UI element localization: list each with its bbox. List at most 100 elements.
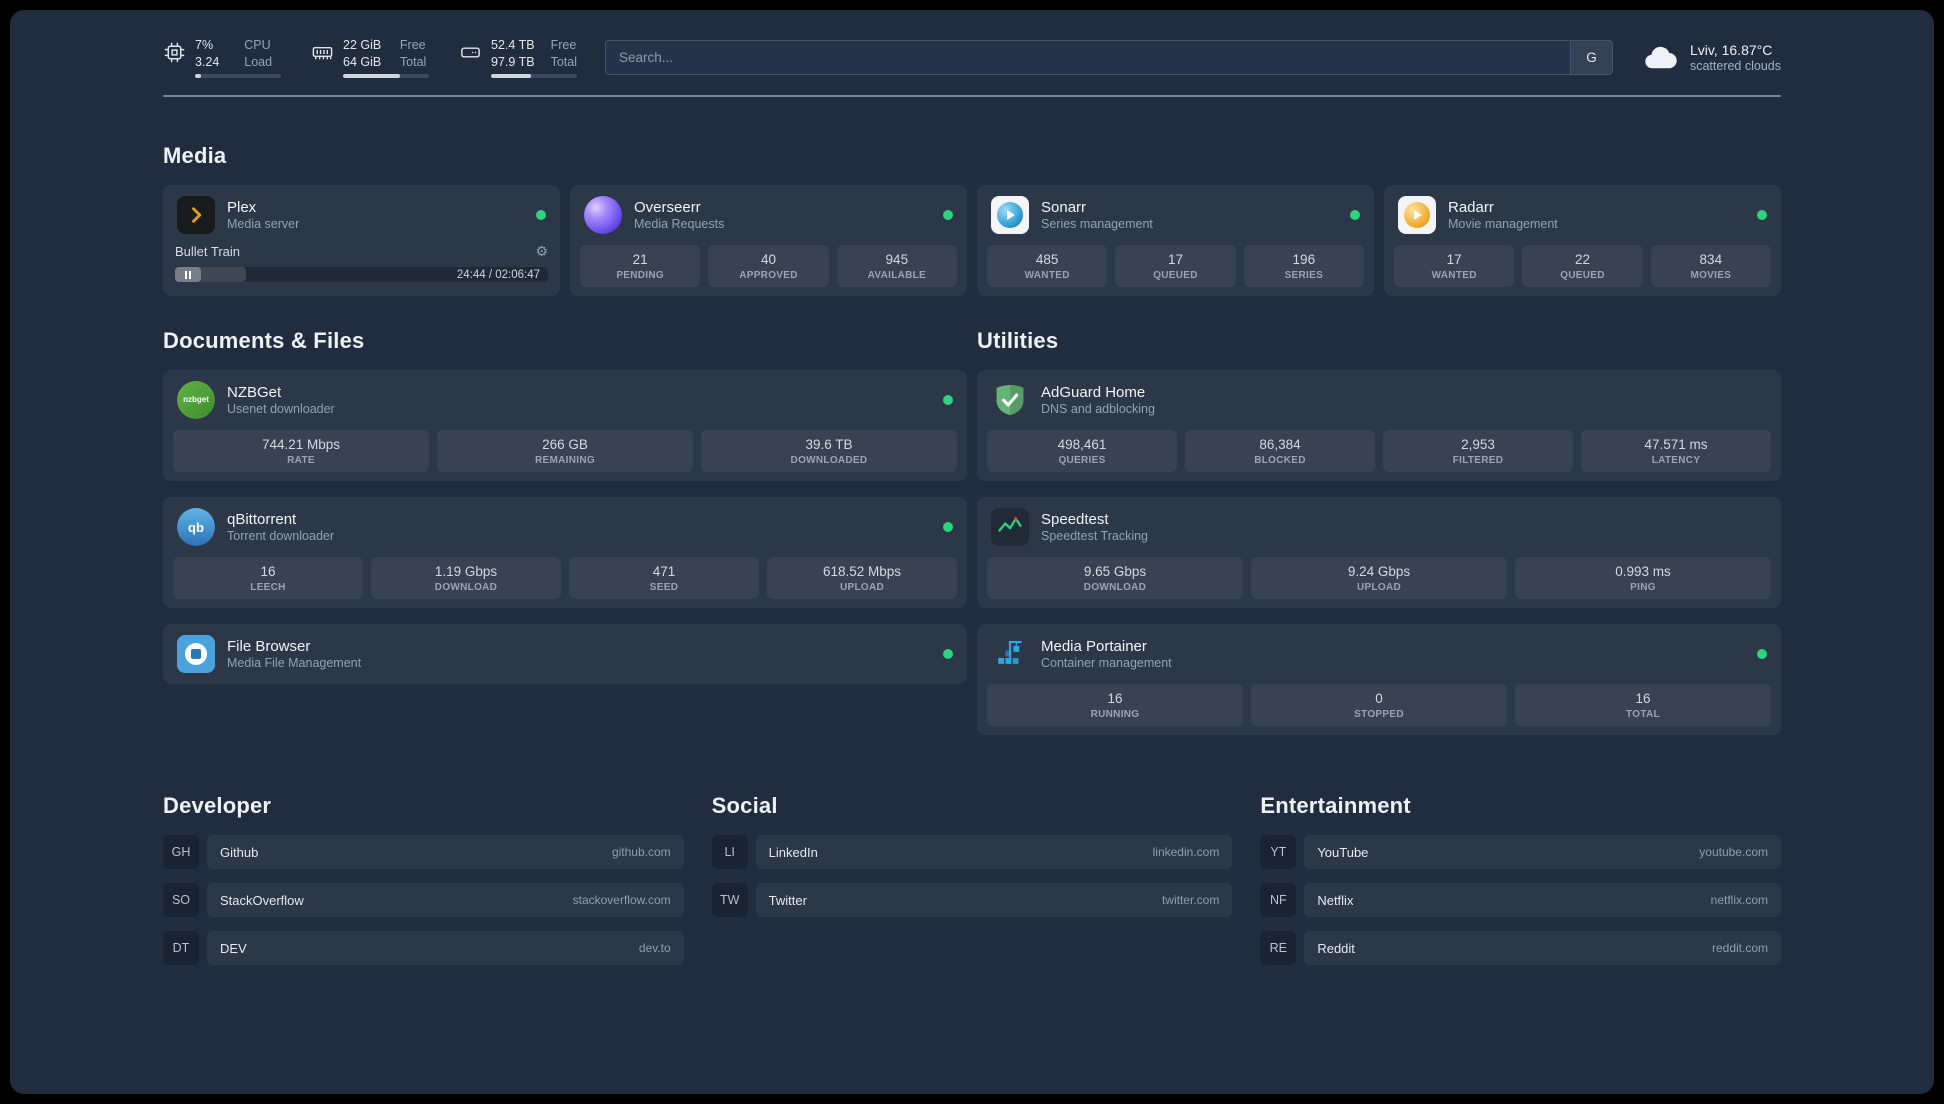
stat-queued: 17 QUEUED bbox=[1115, 245, 1236, 287]
plex-now-playing: Bullet Train ⚙ 24:44 / 02:06:47 bbox=[173, 243, 550, 282]
stat-approved: 40 APPROVED bbox=[708, 245, 829, 287]
stat-total: 16 TOTAL bbox=[1515, 684, 1771, 726]
memory-label-1: Free bbox=[399, 38, 426, 52]
stat-label: BLOCKED bbox=[1254, 455, 1306, 466]
service-link-adguard[interactable]: AdGuard Home DNS and adblocking bbox=[987, 379, 1771, 421]
weather-condition: scattered clouds bbox=[1689, 59, 1781, 73]
service-link-speedtest[interactable]: Speedtest Speedtest Tracking bbox=[987, 506, 1771, 548]
stat-stopped: 0 STOPPED bbox=[1251, 684, 1507, 726]
stat-filtered: 2,953 FILTERED bbox=[1383, 430, 1573, 472]
bookmark-linkedin[interactable]: LI LinkedIn linkedin.com bbox=[711, 835, 1233, 869]
stat-label: STOPPED bbox=[1354, 709, 1404, 720]
filebrowser-icon bbox=[177, 635, 215, 673]
bookmark-abbr: RE bbox=[1260, 931, 1297, 965]
bookmarks-entertainment: Entertainment YT YouTube youtube.com NF … bbox=[1260, 793, 1781, 979]
stat-label: QUERIES bbox=[1058, 455, 1106, 466]
stat-rate: 744.21 Mbps RATE bbox=[173, 430, 429, 472]
stat-label: DOWNLOAD bbox=[1083, 582, 1147, 593]
bookmark-abbr: NF bbox=[1260, 883, 1297, 917]
bookmark-domain: stackoverflow.com bbox=[572, 893, 671, 907]
stat-series: 196 SERIES bbox=[1243, 245, 1364, 287]
bookmark-domain: netflix.com bbox=[1710, 893, 1768, 907]
stat-label: QUEUED bbox=[1153, 270, 1198, 281]
bookmark-reddit[interactable]: RE Reddit reddit.com bbox=[1260, 931, 1781, 965]
disk-free-value: 52.4 TB bbox=[491, 38, 535, 52]
stat-value: 22 bbox=[1574, 252, 1590, 267]
bookmark-twitter[interactable]: TW Twitter twitter.com bbox=[711, 883, 1233, 917]
sonarr-icon bbox=[991, 196, 1029, 234]
stat-value: 2,953 bbox=[1461, 437, 1495, 452]
stat-label: QUEUED bbox=[1560, 270, 1605, 281]
playback-time: 24:44 / 02:06:47 bbox=[456, 268, 540, 281]
bookmarks-social: Social LI LinkedIn linkedin.com TW Twitt… bbox=[711, 793, 1233, 979]
gear-icon[interactable]: ⚙ bbox=[535, 243, 548, 260]
disk-total-value: 97.9 TB bbox=[491, 54, 535, 69]
stat-label: DOWNLOADED bbox=[790, 455, 868, 466]
service-name: Speedtest bbox=[1041, 511, 1109, 528]
bookmark-netflix[interactable]: NF Netflix netflix.com bbox=[1260, 883, 1781, 917]
service-link-sonarr[interactable]: Sonarr Series management bbox=[987, 194, 1364, 236]
memory-icon bbox=[311, 41, 334, 64]
stat-queries: 498,461 QUERIES bbox=[987, 430, 1177, 472]
stat-queued: 22 QUEUED bbox=[1522, 245, 1643, 287]
disk-label-1: Free bbox=[550, 38, 577, 52]
memory-free-value: 22 GiB bbox=[343, 38, 382, 52]
stat-label: UPLOAD bbox=[1356, 582, 1402, 593]
dashboard: 7% CPU 3.24 Load 22 GiB Free 64 GiB Tota… bbox=[10, 10, 1934, 1094]
cpu-icon bbox=[163, 41, 186, 64]
bookmark-domain: dev.to bbox=[638, 941, 671, 955]
stat-value: 39.6 TB bbox=[805, 437, 853, 452]
stat-value: 0.993 ms bbox=[1615, 564, 1671, 579]
service-link-plex[interactable]: Plex Media server bbox=[173, 194, 550, 236]
stat-latency: 47.571 ms LATENCY bbox=[1581, 430, 1771, 472]
cpu-label-2: Load bbox=[244, 54, 273, 69]
topbar: 7% CPU 3.24 Load 22 GiB Free 64 GiB Tota… bbox=[163, 37, 1781, 78]
stat-value: 618.52 Mbps bbox=[822, 564, 902, 579]
service-link-portainer[interactable]: Media Portainer Container management bbox=[987, 633, 1771, 675]
service-link-overseerr[interactable]: Overseerr Media Requests bbox=[580, 194, 957, 236]
status-dot bbox=[1350, 210, 1360, 220]
service-name: AdGuard Home bbox=[1041, 384, 1146, 401]
service-name: File Browser bbox=[227, 638, 311, 655]
stat-blocked: 86,384 BLOCKED bbox=[1185, 430, 1375, 472]
bookmark-abbr: DT bbox=[163, 931, 199, 965]
service-link-qbittorrent[interactable]: qb qBittorrent Torrent downloader bbox=[173, 506, 957, 548]
cpu-label-1: CPU bbox=[244, 38, 271, 52]
bookmarks-developer: Developer GH Github github.com SO StackO… bbox=[163, 793, 684, 979]
memory-label-2: Total bbox=[399, 54, 427, 69]
bookmark-youtube[interactable]: YT YouTube youtube.com bbox=[1260, 835, 1781, 869]
search-input[interactable] bbox=[606, 41, 1570, 74]
stat-value: 16 bbox=[260, 564, 276, 579]
service-description: Torrent downloader bbox=[227, 529, 335, 543]
portainer-icon bbox=[991, 635, 1029, 673]
status-dot bbox=[1757, 649, 1767, 659]
weather-widget: Lviv, 16.87°C scattered clouds bbox=[1641, 39, 1781, 77]
bookmark-dev[interactable]: DT DEV dev.to bbox=[163, 931, 684, 965]
stat-label: TOTAL bbox=[1626, 709, 1660, 720]
stat-value: 47.571 ms bbox=[1644, 437, 1708, 452]
section-heading-developer: Developer bbox=[163, 793, 272, 818]
service-description: Media Requests bbox=[634, 217, 725, 231]
service-link-filebrowser[interactable]: File Browser Media File Management bbox=[173, 633, 957, 675]
service-link-radarr[interactable]: Radarr Movie management bbox=[1394, 194, 1771, 236]
status-dot bbox=[536, 210, 546, 220]
weather-location: Lviv, 16.87°C bbox=[1689, 42, 1773, 58]
bookmark-stackoverflow[interactable]: SO StackOverflow stackoverflow.com bbox=[163, 883, 684, 917]
service-link-nzbget[interactable]: nzbget NZBGet Usenet downloader bbox=[173, 379, 957, 421]
plex-icon bbox=[177, 196, 215, 234]
stat-downloaded: 39.6 TB DOWNLOADED bbox=[701, 430, 957, 472]
service-card-portainer: Media Portainer Container management 16 … bbox=[977, 624, 1781, 735]
pause-button[interactable] bbox=[175, 267, 201, 282]
speedtest-icon bbox=[991, 508, 1029, 546]
bookmark-name: StackOverflow bbox=[220, 892, 304, 908]
stat-value: 744.21 Mbps bbox=[261, 437, 341, 452]
playback-progress-bar[interactable]: 24:44 / 02:06:47 bbox=[175, 267, 548, 282]
service-name: qBittorrent bbox=[227, 511, 297, 528]
stat-value: 485 bbox=[1035, 252, 1059, 267]
service-description: Container management bbox=[1041, 656, 1172, 670]
radarr-icon bbox=[1398, 196, 1436, 234]
status-dot bbox=[943, 522, 953, 532]
bookmark-github[interactable]: GH Github github.com bbox=[163, 835, 684, 869]
search-provider-button[interactable]: G bbox=[1569, 41, 1612, 74]
stat-label: UPLOAD bbox=[839, 582, 885, 593]
